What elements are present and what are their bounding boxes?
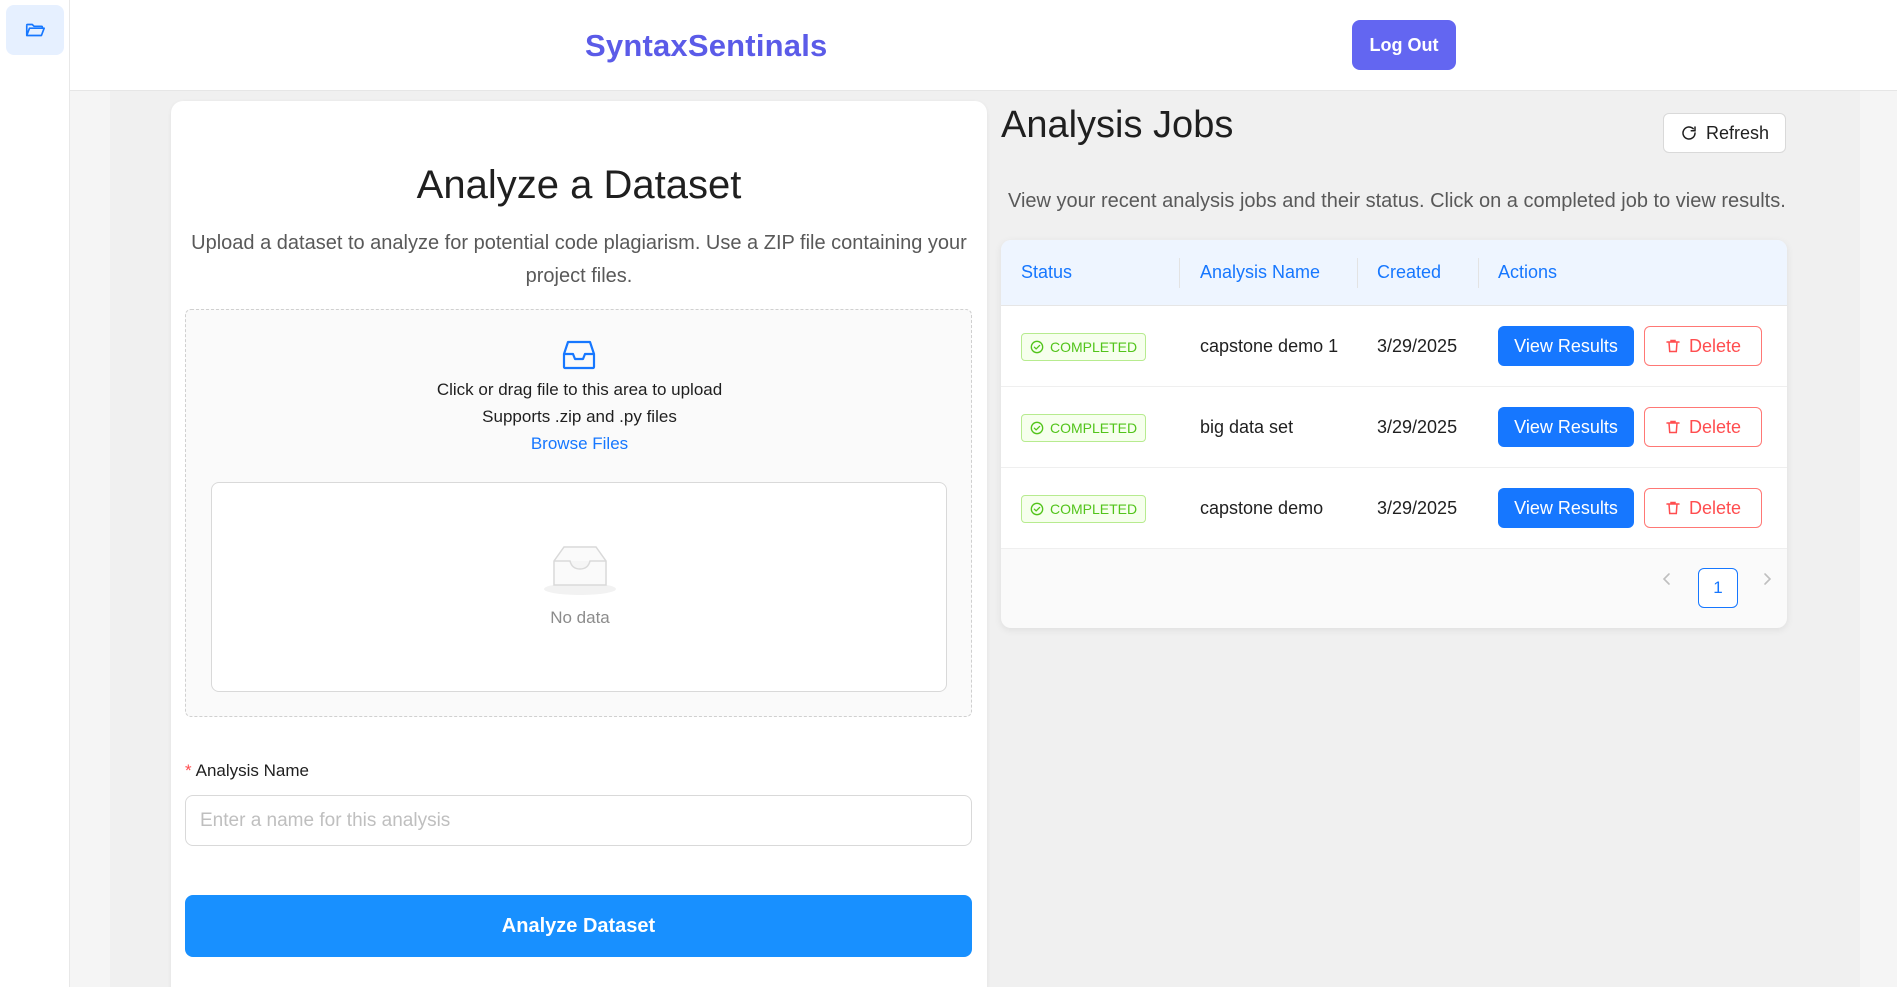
delete-label: Delete bbox=[1688, 497, 1742, 518]
table-row[interactable]: COMPLETED capstone demo 1 3/29/2025 View… bbox=[1001, 306, 1787, 387]
delete-button[interactable]: Delete bbox=[1644, 488, 1762, 528]
table-row[interactable]: COMPLETED big data set 3/29/2025 View Re… bbox=[1001, 387, 1787, 468]
delete-label: Delete bbox=[1688, 416, 1742, 437]
top-header: SyntaxSentinals Log Out bbox=[70, 0, 1897, 91]
job-name: capstone demo 1 bbox=[1200, 336, 1339, 356]
status-badge: COMPLETED bbox=[1021, 333, 1147, 361]
upload-dropzone[interactable]: Click or drag file to this area to uploa… bbox=[185, 309, 972, 717]
refresh-label: Refresh bbox=[1705, 122, 1770, 143]
check-circle-icon bbox=[1030, 421, 1044, 435]
empty-text: No data bbox=[550, 608, 610, 627]
dropzone-primary-text: Click or drag file to this area to uploa… bbox=[436, 380, 723, 399]
sidebar-folder-button[interactable] bbox=[6, 5, 64, 55]
delete-button[interactable]: Delete bbox=[1644, 407, 1762, 447]
trash-icon bbox=[1666, 501, 1680, 515]
upload-card: Analyze a Dataset Upload a dataset to an… bbox=[171, 101, 987, 987]
empty-box-icon bbox=[544, 546, 616, 595]
column-separator bbox=[1478, 258, 1479, 288]
status-text: COMPLETED bbox=[1050, 501, 1138, 517]
inbox-icon bbox=[562, 340, 596, 370]
pagination-page[interactable]: 1 bbox=[1698, 568, 1738, 608]
column-separator bbox=[1357, 258, 1358, 288]
trash-icon bbox=[1666, 420, 1680, 434]
analysis-name-label-text: Analysis Name bbox=[195, 761, 309, 780]
view-results-button[interactable]: View Results bbox=[1498, 407, 1634, 447]
analysis-name-input[interactable] bbox=[185, 795, 972, 846]
analyze-dataset-button[interactable]: Analyze Dataset bbox=[185, 895, 972, 957]
required-mark: * bbox=[185, 761, 192, 780]
job-created: 3/29/2025 bbox=[1377, 336, 1458, 356]
column-header-analysis-name[interactable]: Analysis Name bbox=[1200, 262, 1320, 283]
folder-open-icon bbox=[25, 23, 45, 37]
status-text: COMPLETED bbox=[1050, 339, 1138, 355]
table-header: Status Analysis Name Created Actions bbox=[1001, 240, 1787, 306]
check-circle-icon bbox=[1030, 340, 1044, 354]
job-name: big data set bbox=[1200, 417, 1294, 437]
view-results-button[interactable]: View Results bbox=[1498, 488, 1634, 528]
sidebar bbox=[0, 0, 70, 987]
status-badge: COMPLETED bbox=[1021, 414, 1147, 442]
status-text: COMPLETED bbox=[1050, 420, 1138, 436]
trash-icon bbox=[1666, 339, 1680, 353]
pagination-next[interactable] bbox=[1760, 570, 1774, 591]
upload-card-description: Upload a dataset to analyze for potentia… bbox=[191, 232, 967, 287]
table-row[interactable]: COMPLETED capstone demo 3/29/2025 View R… bbox=[1001, 468, 1787, 549]
column-header-created[interactable]: Created bbox=[1377, 262, 1441, 283]
column-header-actions: Actions bbox=[1498, 262, 1558, 282]
column-header-status[interactable]: Status bbox=[1021, 262, 1072, 283]
refresh-icon bbox=[1682, 126, 1696, 140]
dropzone-secondary-text: Supports .zip and .py files bbox=[482, 407, 677, 426]
jobs-table: Status Analysis Name Created Actions COM… bbox=[1001, 240, 1787, 628]
jobs-description: View your recent analysis jobs and their… bbox=[1008, 190, 1786, 212]
status-badge: COMPLETED bbox=[1021, 495, 1147, 523]
logout-button[interactable]: Log Out bbox=[1352, 20, 1456, 70]
column-separator bbox=[1179, 258, 1180, 288]
file-list: No data bbox=[211, 482, 947, 692]
upload-card-title: Analyze a Dataset bbox=[416, 163, 742, 207]
brand-title: SyntaxSentinals bbox=[585, 28, 828, 63]
delete-label: Delete bbox=[1688, 335, 1742, 356]
jobs-title: Analysis Jobs bbox=[1001, 104, 1234, 146]
chevron-left-icon bbox=[1662, 573, 1670, 585]
delete-button[interactable]: Delete bbox=[1644, 326, 1762, 366]
job-created: 3/29/2025 bbox=[1377, 498, 1458, 518]
analysis-name-label: * Analysis Name bbox=[185, 761, 309, 781]
job-created: 3/29/2025 bbox=[1377, 417, 1458, 437]
pagination-prev[interactable] bbox=[1660, 570, 1674, 591]
browse-files-link[interactable]: Browse Files bbox=[186, 434, 973, 454]
chevron-right-icon bbox=[1764, 573, 1772, 585]
view-results-button[interactable]: View Results bbox=[1498, 326, 1634, 366]
refresh-button[interactable]: Refresh bbox=[1663, 113, 1786, 153]
job-name: capstone demo bbox=[1200, 498, 1324, 518]
check-circle-icon bbox=[1030, 502, 1044, 516]
